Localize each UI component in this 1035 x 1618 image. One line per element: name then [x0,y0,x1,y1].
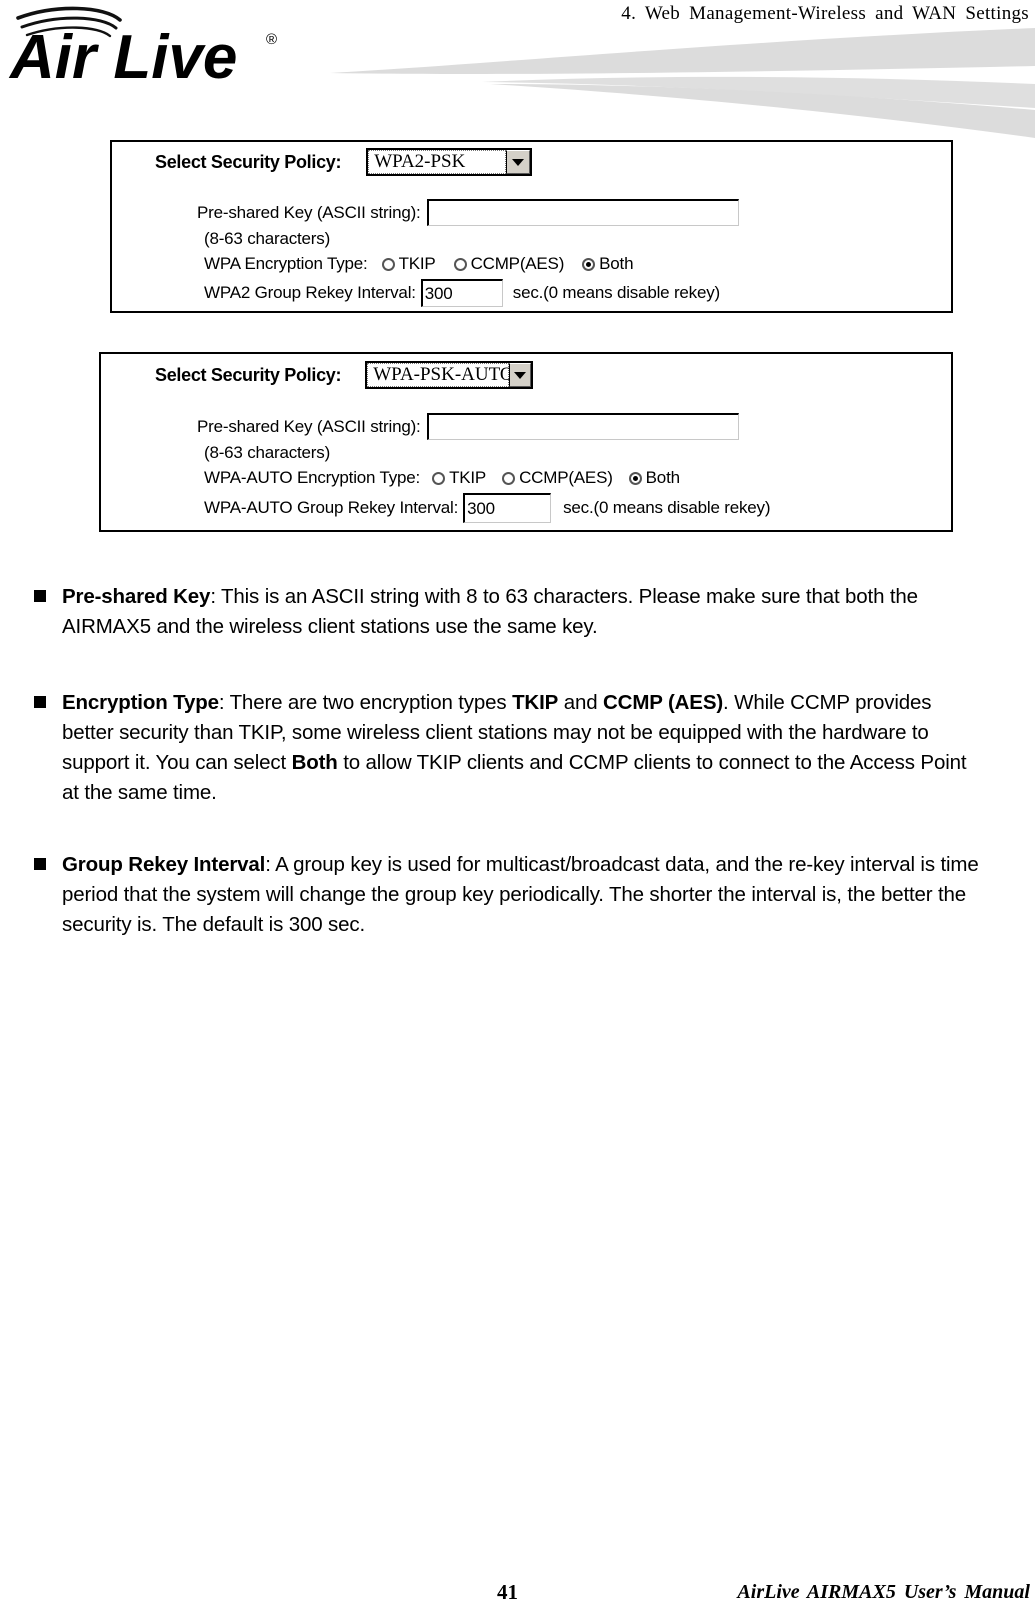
chevron-down-icon[interactable] [509,363,532,387]
chevron-down-icon[interactable] [506,150,531,174]
airlive-logo-icon: Air Live ® [8,6,277,92]
bullet-body-part2: and [558,691,604,714]
radio-both[interactable]: Both [582,254,634,274]
manual-title: AirLive AIRMAX5 User’s Manual [737,1581,1030,1603]
policy-row: Select Security Policy: WPA-PSK-AUTO [155,361,534,389]
radio-tkip-label: TKIP [398,254,436,273]
bullet-encryption-type: Encryption Type: There are two encryptio… [34,688,984,808]
radio-both-icon[interactable] [582,257,596,271]
page-header: 4. Web Management-Wireless and WAN Setti… [0,0,1035,138]
pre-shared-key-input[interactable] [426,199,739,226]
radio-tkip-icon[interactable] [381,257,395,271]
svg-text:Air Live: Air Live [8,23,237,92]
pre-shared-key-hint-label: (8-63 characters) [204,229,331,248]
group-rekey-input[interactable]: 300 [463,493,552,523]
group-rekey-suffix: sec.(0 means disable rekey) [512,283,720,302]
pre-shared-key-hint: (8-63 characters) [204,443,330,463]
radio-both-label: Both [599,254,634,273]
group-rekey-input[interactable]: 300 [420,279,503,307]
group-rekey-label: WPA2 Group Rekey Interval: [204,283,416,302]
group-rekey-suffix: sec.(0 means disable rekey) [563,498,771,517]
encryption-type-radio-group[interactable]: TKIP CCMP(AES) Both [381,254,634,274]
radio-ccmp-aes-label: CCMP(AES) [519,468,613,487]
chapter-title: 4. Web Management-Wireless and WAN Setti… [621,3,1029,24]
bullet-square-icon [34,590,46,602]
encryption-type-row: WPA Encryption Type: TKIP CCMP(AES) Both [204,254,634,274]
bullet-term: Pre-shared Key [62,585,211,608]
security-panel-wpa-psk-auto: Select Security Policy: WPA-PSK-AUTO Pre… [99,352,953,532]
policy-row: Select Security Policy: WPA2-PSK [155,148,533,176]
page-footer: 41 AirLive AIRMAX5 User’s Manual [0,1578,1035,1612]
pre-shared-key-hint-label: (8-63 characters) [204,443,331,462]
bullet-emphasis-tkip: TKIP [512,691,559,714]
bullet-term: Group Rekey Interval [62,853,266,876]
pre-shared-key-hint: (8-63 characters) [204,229,330,249]
bullet-square-icon [34,696,46,708]
select-security-policy-label: Select Security Policy: [155,151,342,172]
bullet-text: Encryption Type: There are two encryptio… [62,688,984,808]
bullet-body-part1: : There are two encryption types [218,691,513,714]
radio-tkip-icon[interactable] [432,471,446,485]
pre-shared-key-row: Pre-shared Key (ASCII string): [197,199,739,226]
radio-tkip[interactable]: TKIP [381,254,436,274]
pre-shared-key-label: Pre-shared Key (ASCII string): [197,416,421,436]
group-rekey-row: WPA2 Group Rekey Interval: 300 sec.(0 me… [204,279,720,307]
bullet-emphasis-both: Both [291,751,338,774]
radio-ccmp-aes-label: CCMP(AES) [470,254,565,273]
encryption-type-label: WPA Encryption Type: [204,254,368,273]
security-policy-value: WPA2-PSK [368,150,507,174]
svg-text:®: ® [266,31,277,48]
header-swoosh-graphic [330,28,1035,138]
radio-both-icon[interactable] [628,471,642,485]
bullet-term: Encryption Type [62,691,219,714]
pre-shared-key-label: Pre-shared Key (ASCII string): [197,202,421,222]
radio-both[interactable]: Both [628,468,680,488]
security-policy-dropdown[interactable]: WPA-PSK-AUTO [365,361,534,389]
security-panel-wpa2-psk: Select Security Policy: WPA2-PSK Pre-sha… [110,140,953,313]
radio-ccmp-aes[interactable]: CCMP(AES) [453,254,565,274]
group-rekey-row: WPA-AUTO Group Rekey Interval: 300 sec.(… [204,493,771,523]
bullet-square-icon [34,858,46,870]
encryption-type-row: WPA-AUTO Encryption Type: TKIP CCMP(AES)… [204,468,680,488]
bullet-text: Pre-shared Key: This is an ASCII string … [62,582,982,642]
bullet-pre-shared-key: Pre-shared Key: This is an ASCII string … [34,582,982,642]
pre-shared-key-input[interactable] [426,413,739,440]
bullet-emphasis-ccmp: CCMP (AES) [603,691,724,714]
page-number: 41 [497,1580,518,1604]
radio-ccmp-aes-icon[interactable] [453,257,467,271]
group-rekey-label: WPA-AUTO Group Rekey Interval: [204,498,459,517]
select-security-policy-label: Select Security Policy: [155,364,342,385]
pre-shared-key-row: Pre-shared Key (ASCII string): [197,413,739,440]
radio-ccmp-aes[interactable]: CCMP(AES) [502,468,613,488]
encryption-type-label: WPA-AUTO Encryption Type: [204,468,421,487]
security-policy-dropdown[interactable]: WPA2-PSK [366,148,533,176]
bullet-text: Group Rekey Interval: A group key is use… [62,850,984,940]
radio-ccmp-aes-icon[interactable] [502,471,516,485]
radio-tkip-label: TKIP [449,468,487,487]
encryption-type-radio-group[interactable]: TKIP CCMP(AES) Both [432,468,680,488]
radio-both-label: Both [645,468,680,487]
bullet-group-rekey-interval: Group Rekey Interval: A group key is use… [34,850,984,940]
radio-tkip[interactable]: TKIP [432,468,486,488]
security-policy-value: WPA-PSK-AUTO [367,363,514,387]
